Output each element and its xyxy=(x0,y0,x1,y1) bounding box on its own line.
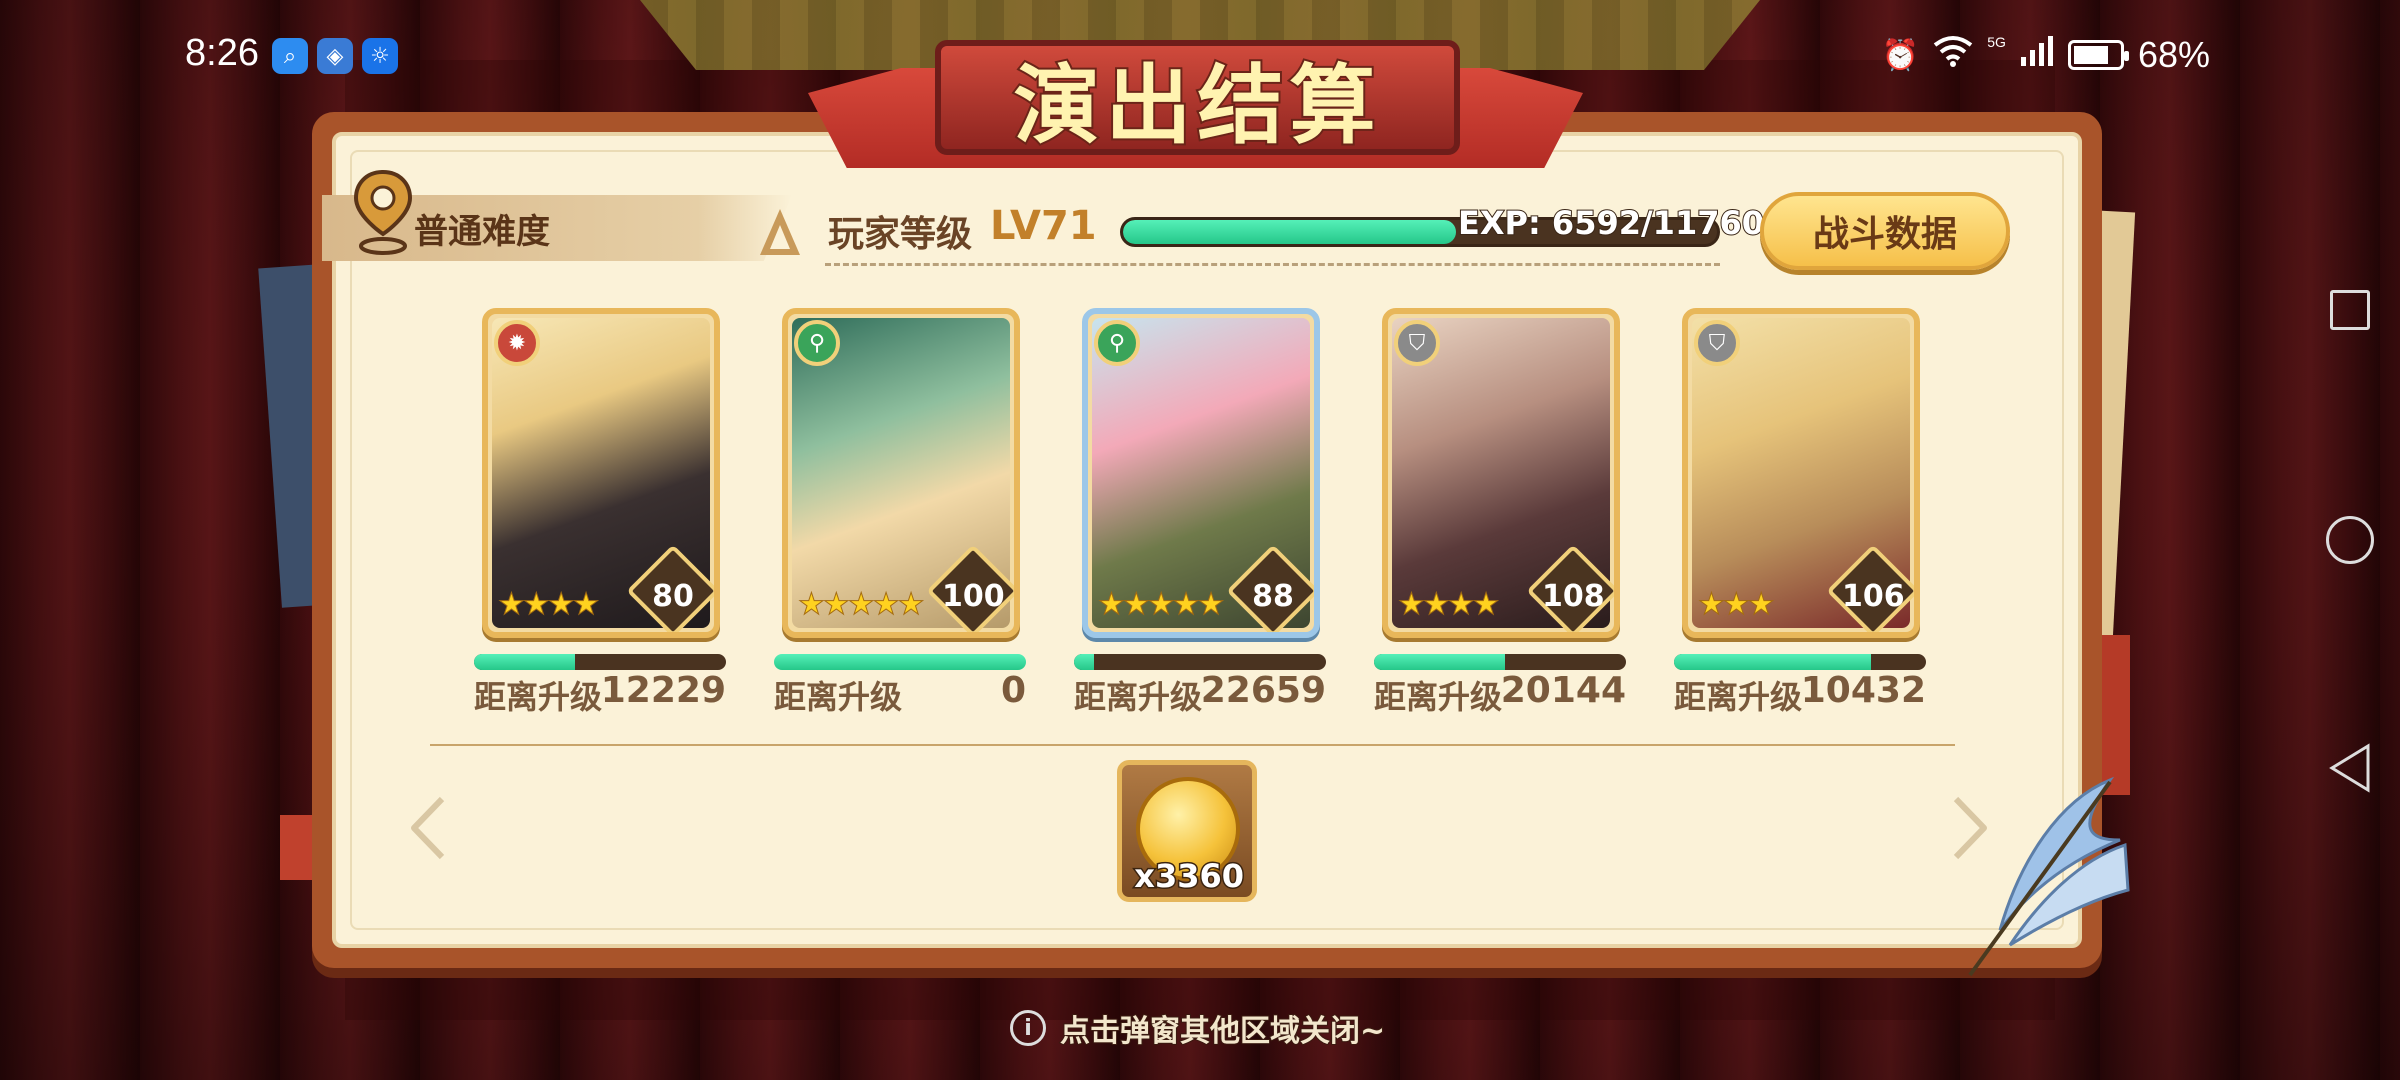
search-app-icon: ⌕ xyxy=(272,38,308,74)
upgrade-remaining: 12229 xyxy=(600,670,726,711)
player-level-label: 玩家等级 xyxy=(828,214,973,255)
triangle-decor-icon xyxy=(760,209,800,255)
fire-element-icon: ✹ xyxy=(494,320,540,366)
wifi-icon xyxy=(1933,35,1973,75)
system-icons: ⏰ 5G 68% xyxy=(1882,34,2210,76)
alarm-icon: ⏰ xyxy=(1881,37,1920,73)
upgrade-progress-fill xyxy=(1074,654,1095,670)
character-card[interactable]: ⚲ ★★★★★ 88 xyxy=(1082,308,1320,638)
upgrade-label: 距离升级 xyxy=(1674,678,1803,716)
star-rating: ★★★★★ xyxy=(797,587,924,623)
upgrade-progress-bar xyxy=(474,654,726,670)
upgrade-progress-fill xyxy=(474,654,575,670)
back-button[interactable] xyxy=(2310,728,2390,808)
close-hint: i 点击弹窗其他区域关闭~ xyxy=(1010,1006,1386,1050)
divider xyxy=(430,744,1955,746)
close-hint-text: 点击弹窗其他区域关闭~ xyxy=(1059,1013,1386,1050)
triangle-back-icon xyxy=(2329,743,2370,793)
character-level: 100 xyxy=(942,579,1005,614)
exp-text: EXP: 6592/11760 xyxy=(1457,203,1765,243)
signal-icon xyxy=(2020,35,2054,75)
upgrade-remaining: 0 xyxy=(1000,670,1026,711)
character-level: 88 xyxy=(1252,579,1294,614)
upgrade-label: 距离升级 xyxy=(474,678,603,716)
upgrade-label: 距离升级 xyxy=(774,678,903,716)
upgrade-remaining: 20144 xyxy=(1500,670,1626,711)
upgrade-label: 距离升级 xyxy=(1374,678,1503,716)
star-rating: ★★★★ xyxy=(498,587,601,623)
star-rating: ★★★ xyxy=(1698,587,1776,623)
home-button[interactable] xyxy=(2310,500,2390,580)
shield-element-icon: ⛉ xyxy=(1394,320,1440,366)
wind-element-icon: ⚲ xyxy=(794,320,840,366)
upgrade-progress-bar xyxy=(774,654,1026,670)
upgrade-progress-fill xyxy=(1374,654,1506,670)
character-level: 108 xyxy=(1542,579,1605,614)
previous-arrow-button[interactable] xyxy=(408,795,448,861)
upgrade-progress-fill xyxy=(1674,654,1871,670)
browser-app-icon: ◈ xyxy=(317,38,353,74)
player-level-value: LV71 xyxy=(990,203,1097,249)
character-level: 106 xyxy=(1842,579,1905,614)
location-pin-icon xyxy=(353,169,413,255)
character-card[interactable]: ⛉ ★★★ 106 xyxy=(1682,308,1920,638)
exp-progress-fill xyxy=(1123,220,1456,244)
quill-feather-icon xyxy=(1968,776,2130,977)
recent-apps-button[interactable] xyxy=(2310,270,2390,350)
upgrade-progress-bar xyxy=(1374,654,1626,670)
dialog-title: 演出结算 xyxy=(1012,54,1382,158)
square-icon xyxy=(2330,290,2370,330)
shield-element-icon: ⛉ xyxy=(1694,320,1740,366)
battery-icon xyxy=(2067,40,2129,70)
character-card[interactable]: ⚲ ★★★★★ 100 xyxy=(782,308,1020,638)
battery-percent: 68% xyxy=(2137,34,2210,75)
info-icon: i xyxy=(1010,1010,1046,1046)
reward-item[interactable]: x3360 xyxy=(1117,760,1257,902)
wind-element-icon: ⚲ xyxy=(1094,320,1140,366)
character-level: 80 xyxy=(652,579,694,614)
upgrade-remaining: 22659 xyxy=(1200,670,1326,711)
upgrade-progress-bar xyxy=(1674,654,1926,670)
reward-quantity: x3360 xyxy=(1133,856,1246,897)
character-card[interactable]: ✹ ★★★★ 80 xyxy=(482,308,720,638)
character-card[interactable]: ⛉ ★★★★ 108 xyxy=(1382,308,1620,638)
difficulty-label: 普通难度 xyxy=(414,212,550,252)
upgrade-remaining: 10432 xyxy=(1800,670,1926,711)
tips-app-icon: ☼ xyxy=(362,38,398,74)
clock: 8:26 xyxy=(185,32,259,74)
circle-icon xyxy=(2326,516,2374,564)
battle-data-button[interactable]: 战斗数据 xyxy=(1760,192,2010,270)
title-plate: 演出结算 xyxy=(935,40,1460,158)
upgrade-label: 距离升级 xyxy=(1074,678,1203,716)
network-type: 5G xyxy=(1987,34,2006,50)
star-rating: ★★★★★ xyxy=(1097,587,1224,623)
divider xyxy=(825,263,1720,266)
star-rating: ★★★★ xyxy=(1398,587,1501,623)
upgrade-progress-bar xyxy=(1074,654,1326,670)
upgrade-progress-fill xyxy=(774,654,1026,670)
